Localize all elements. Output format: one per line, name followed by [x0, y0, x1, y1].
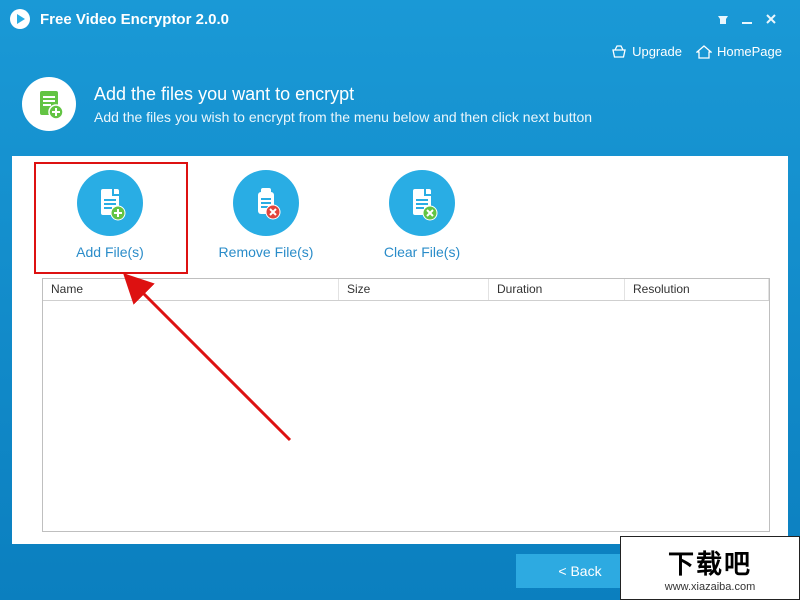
step-title: Add the files you want to encrypt	[94, 84, 592, 105]
close-icon[interactable]	[764, 12, 788, 26]
main-panel: Add File(s) Remove File(s)	[12, 156, 788, 544]
watermark: 下载吧 www.xiazaiba.com	[620, 536, 800, 600]
table-header: Name Size Duration Resolution	[43, 279, 769, 301]
step-subtitle: Add the files you wish to encrypt from t…	[94, 109, 592, 125]
remove-files-button[interactable]: Remove File(s)	[206, 170, 326, 260]
col-size[interactable]: Size	[339, 279, 489, 300]
header-links: Upgrade HomePage	[0, 38, 800, 59]
add-files-label: Add File(s)	[76, 244, 144, 260]
add-files-icon	[77, 170, 143, 236]
home-icon	[696, 45, 712, 59]
add-files-button[interactable]: Add File(s)	[50, 170, 170, 260]
col-name[interactable]: Name	[43, 279, 339, 300]
clear-files-button[interactable]: Clear File(s)	[362, 170, 482, 260]
app-logo-icon	[10, 9, 30, 29]
watermark-text: 下载吧	[668, 544, 752, 581]
clear-files-icon	[389, 170, 455, 236]
app-title: Free Video Encryptor 2.0.0	[40, 11, 229, 28]
basket-icon	[611, 45, 627, 59]
upgrade-label: Upgrade	[632, 44, 682, 59]
homepage-link[interactable]: HomePage	[696, 44, 782, 59]
table-body	[43, 301, 769, 531]
step-header: Add the files you want to encrypt Add th…	[0, 59, 800, 153]
watermark-url: www.xiazaiba.com	[665, 581, 755, 593]
remove-files-label: Remove File(s)	[219, 244, 314, 260]
remove-files-icon	[233, 170, 299, 236]
col-duration[interactable]: Duration	[489, 279, 625, 300]
step-icon	[22, 77, 76, 131]
title-bar: Free Video Encryptor 2.0.0	[0, 0, 800, 38]
action-row: Add File(s) Remove File(s)	[12, 156, 788, 270]
minimize-icon[interactable]	[740, 12, 764, 26]
homepage-label: HomePage	[717, 44, 782, 59]
file-table: Name Size Duration Resolution	[42, 278, 770, 532]
col-resolution[interactable]: Resolution	[625, 279, 769, 300]
clear-files-label: Clear File(s)	[384, 244, 460, 260]
pin-icon[interactable]	[716, 12, 740, 26]
upgrade-link[interactable]: Upgrade	[611, 44, 682, 59]
